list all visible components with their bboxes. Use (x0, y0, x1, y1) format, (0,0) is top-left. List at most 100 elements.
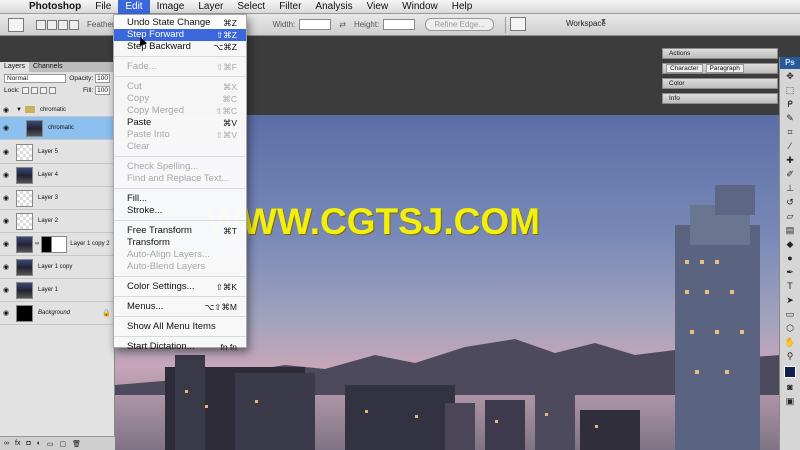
menu-item-auto-align[interactable]: Auto-Align Layers... (114, 249, 246, 261)
add-selection-icon[interactable] (47, 19, 57, 30)
foreground-color-swatch[interactable] (784, 366, 796, 378)
quick-select-icon[interactable]: ✎ (783, 112, 797, 125)
intersect-selection-icon[interactable] (69, 19, 79, 30)
lock-position-icon[interactable] (39, 86, 47, 94)
menu-window[interactable]: Window (395, 0, 445, 14)
layer-row[interactable]: ◉ Layer 1 (0, 279, 115, 302)
lock-pixels-icon[interactable] (30, 86, 38, 94)
eye-icon[interactable]: ◉ (0, 217, 12, 225)
fill-field[interactable]: 100 (95, 85, 110, 95)
layer-group-row[interactable]: ◉ ▼ chromatic (0, 103, 115, 117)
fx-icon[interactable]: fx (15, 440, 20, 447)
eraser-icon[interactable]: ▱ (783, 210, 797, 223)
opacity-field[interactable]: 100 (95, 73, 110, 83)
move-icon[interactable]: ✥ (783, 70, 797, 83)
width-field[interactable] (299, 19, 332, 30)
menu-item-transform[interactable]: Transform (114, 237, 246, 249)
tab-character[interactable]: Character (666, 64, 703, 73)
menu-item-copy[interactable]: Copy ⌘C (114, 93, 246, 105)
3d-icon[interactable]: ⬡ (783, 322, 797, 335)
brush-icon[interactable]: ✐ (783, 168, 797, 181)
menu-item-stroke[interactable]: Stroke... (114, 205, 246, 217)
tab-channels[interactable]: Channels (29, 62, 67, 72)
menu-help[interactable]: Help (445, 0, 480, 14)
adjustment-layer-icon[interactable]: ◐ (37, 440, 41, 447)
menu-view[interactable]: View (360, 0, 396, 14)
menu-item-check-spelling[interactable]: Check Spelling... (114, 161, 246, 173)
menu-item-step-forward[interactable]: Step Forward ⇧⌘Z (114, 29, 246, 41)
menu-item-start-dictation[interactable]: Start Dictation... fn fn (114, 341, 246, 353)
quick-mask-icon[interactable]: ◙ (783, 381, 797, 394)
layer-row[interactable]: ◉ Background 🔒 (0, 302, 115, 325)
menu-layer[interactable]: Layer (191, 0, 230, 14)
eye-icon[interactable]: ◉ (0, 124, 12, 132)
eye-icon[interactable]: ◉ (0, 309, 12, 317)
type-icon[interactable]: T (783, 280, 797, 293)
eye-icon[interactable]: ◉ (0, 286, 12, 294)
menu-file[interactable]: File (88, 0, 118, 14)
trash-icon[interactable]: 🗑 (72, 440, 81, 448)
menu-item-paste-into[interactable]: Paste Into ⇧⌘V (114, 129, 246, 141)
refine-edge-button[interactable]: Refine Edge... (425, 18, 495, 31)
screen-mode-icon[interactable]: ▣ (783, 395, 797, 408)
blur-icon[interactable]: ◆ (783, 238, 797, 251)
subtract-selection-icon[interactable] (58, 19, 68, 30)
link-layers-icon[interactable]: ∞ (4, 440, 9, 447)
gradient-icon[interactable]: ▤ (783, 224, 797, 237)
zoom-icon[interactable]: ⚲ (783, 350, 797, 363)
menu-photoshop[interactable]: Photoshop (22, 0, 88, 14)
menu-item-copy-merged[interactable]: Copy Merged ⇧⌘C (114, 105, 246, 117)
color-panel-tab[interactable]: Color (662, 78, 778, 89)
layer-row[interactable]: ◉ Layer 5 (0, 141, 115, 164)
chain-icon[interactable]: ∞ (35, 241, 39, 247)
swap-icon[interactable]: ⇄ (339, 20, 346, 29)
layer-row[interactable]: ◉ Layer 2 (0, 210, 115, 233)
menu-image[interactable]: Image (150, 0, 192, 14)
pen-icon[interactable]: ✒ (783, 266, 797, 279)
menu-item-auto-blend[interactable]: Auto-Blend Layers (114, 261, 246, 273)
menu-item-paste[interactable]: Paste ⌘V (114, 117, 246, 129)
layer-row[interactable]: ◉ Layer 4 (0, 164, 115, 187)
menu-select[interactable]: Select (230, 0, 272, 14)
crop-icon[interactable]: ⌗ (783, 126, 797, 139)
dodge-icon[interactable]: ● (783, 252, 797, 265)
layer-row[interactable]: ◉ Layer 1 copy (0, 256, 115, 279)
marquee-tool-icon[interactable] (8, 17, 24, 32)
menu-item-free-transform[interactable]: Free Transform ⌘T (114, 225, 246, 237)
new-layer-icon[interactable]: ▢ (60, 440, 67, 448)
eye-icon[interactable]: ◉ (0, 106, 12, 114)
lock-transparent-icon[interactable] (21, 86, 29, 94)
eye-icon[interactable]: ◉ (0, 171, 12, 179)
new-group-icon[interactable]: ▭ (47, 440, 54, 448)
eye-icon[interactable]: ◉ (0, 148, 12, 156)
menu-filter[interactable]: Filter (272, 0, 308, 14)
healing-icon[interactable]: ✚ (783, 154, 797, 167)
add-mask-icon[interactable]: ◘ (26, 440, 30, 447)
eye-icon[interactable]: ◉ (0, 194, 12, 202)
menu-item-undo[interactable]: Undo State Change ⌘Z (114, 17, 246, 29)
layer-row[interactable]: ◉ chromatic (0, 117, 115, 140)
menu-item-clear[interactable]: Clear (114, 141, 246, 153)
menu-item-fill[interactable]: Fill... (114, 193, 246, 205)
menu-item-show-all[interactable]: Show All Menu Items (114, 321, 246, 333)
eye-icon[interactable]: ◉ (0, 263, 12, 271)
tab-paragraph[interactable]: Paragraph (705, 64, 744, 73)
tab-layers[interactable]: Layers (0, 62, 30, 72)
menu-edit[interactable]: Edit (118, 0, 150, 14)
hand-icon[interactable]: ✋ (783, 336, 797, 349)
path-select-icon[interactable]: ➤ (783, 294, 797, 307)
height-field[interactable] (383, 19, 416, 30)
history-brush-icon[interactable]: ↺ (783, 196, 797, 209)
shape-icon[interactable]: ▭ (783, 308, 797, 321)
blend-mode-select[interactable]: Normal (4, 73, 67, 83)
menu-item-cut[interactable]: Cut ⌘X (114, 81, 246, 93)
menu-item-color-settings[interactable]: Color Settings... ⇧⌘K (114, 281, 246, 293)
menu-item-find-replace[interactable]: Find and Replace Text... (114, 173, 246, 185)
menu-item-menus[interactable]: Menus... ⌥⇧⌘M (114, 301, 246, 313)
marquee-icon[interactable]: ⬚ (783, 84, 797, 97)
info-panel-tab[interactable]: Info (662, 93, 778, 104)
layer-row[interactable]: ◉ ∞ Layer 1 copy 2 (0, 233, 115, 256)
menu-item-fade[interactable]: Fade... ⇧⌘F (114, 61, 246, 73)
stamp-icon[interactable]: ⊥ (783, 182, 797, 195)
disclosure-triangle-icon[interactable]: ▼ (16, 107, 22, 113)
